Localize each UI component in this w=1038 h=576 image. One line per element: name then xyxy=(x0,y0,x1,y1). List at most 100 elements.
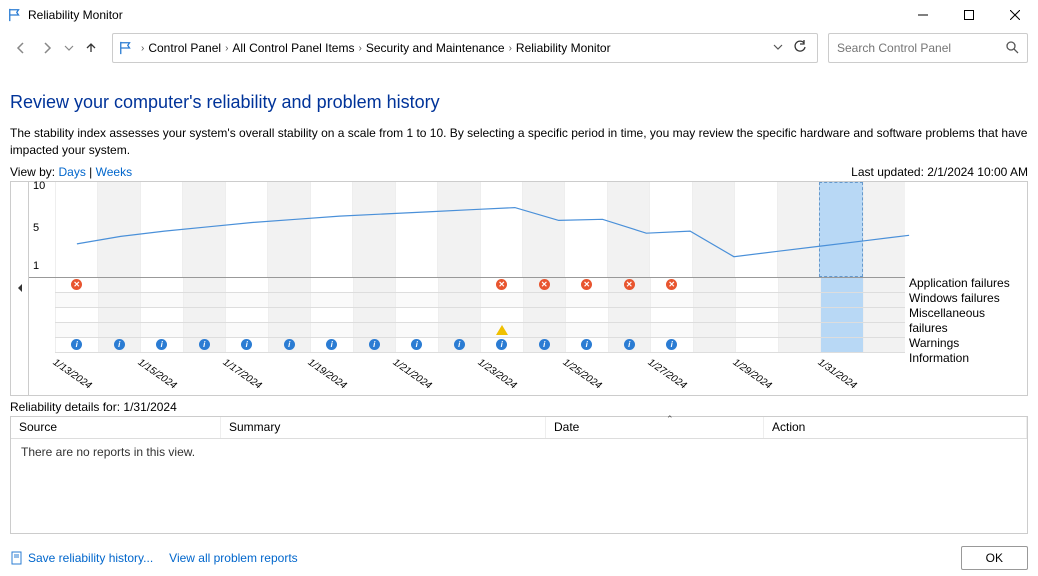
recent-dropdown[interactable] xyxy=(62,37,76,59)
event-cell[interactable] xyxy=(395,323,438,337)
chart-column[interactable] xyxy=(437,182,479,277)
event-cell[interactable] xyxy=(438,293,481,307)
column-action[interactable]: Action xyxy=(764,417,1027,438)
event-cell[interactable] xyxy=(183,323,226,337)
close-button[interactable] xyxy=(992,0,1038,30)
event-cell[interactable] xyxy=(523,293,566,307)
event-cell[interactable] xyxy=(98,293,141,307)
event-cell[interactable] xyxy=(140,323,183,337)
event-cell[interactable]: i xyxy=(55,338,98,352)
event-cell[interactable] xyxy=(310,323,353,337)
minimize-button[interactable] xyxy=(900,0,946,30)
event-cell[interactable] xyxy=(735,293,778,307)
viewby-weeks-link[interactable]: Weeks xyxy=(96,165,132,179)
event-cell[interactable] xyxy=(310,308,353,322)
event-cell[interactable] xyxy=(820,308,863,322)
event-cell[interactable] xyxy=(225,308,268,322)
event-cell[interactable] xyxy=(268,323,311,337)
event-cell[interactable] xyxy=(98,308,141,322)
chart-column[interactable] xyxy=(819,182,862,277)
event-cell[interactable] xyxy=(565,293,608,307)
breadcrumb-item[interactable]: Reliability Monitor xyxy=(516,41,611,55)
event-cell[interactable] xyxy=(438,308,481,322)
column-date[interactable]: Date xyxy=(546,417,764,438)
event-cell[interactable] xyxy=(395,278,438,292)
event-cell[interactable]: i xyxy=(140,338,183,352)
event-cell[interactable]: i xyxy=(438,338,481,352)
event-cell[interactable] xyxy=(480,293,523,307)
save-history-link[interactable]: Save reliability history... xyxy=(10,551,153,565)
event-cell[interactable] xyxy=(693,278,736,292)
event-cell[interactable]: i xyxy=(650,338,693,352)
event-cell[interactable] xyxy=(480,308,523,322)
event-cell[interactable] xyxy=(693,293,736,307)
event-cell[interactable] xyxy=(183,278,226,292)
chart-column[interactable] xyxy=(267,182,309,277)
chart-column[interactable] xyxy=(97,182,139,277)
column-summary[interactable]: Summary xyxy=(221,417,546,438)
event-cell[interactable] xyxy=(778,278,821,292)
event-cell[interactable] xyxy=(693,338,736,352)
ok-button[interactable]: OK xyxy=(961,546,1028,570)
event-cell[interactable] xyxy=(225,278,268,292)
event-cell[interactable] xyxy=(353,323,396,337)
event-cell[interactable] xyxy=(650,293,693,307)
chart-column[interactable] xyxy=(734,182,776,277)
chart-column[interactable] xyxy=(395,182,437,277)
event-cell[interactable] xyxy=(863,338,906,352)
event-cell[interactable] xyxy=(183,293,226,307)
search-box[interactable] xyxy=(828,33,1028,63)
event-cell[interactable] xyxy=(735,338,778,352)
chart-column[interactable] xyxy=(480,182,522,277)
refresh-button[interactable] xyxy=(789,40,811,57)
event-cell[interactable]: ✕ xyxy=(565,278,608,292)
event-cell[interactable] xyxy=(863,293,906,307)
event-cell[interactable] xyxy=(820,278,863,292)
event-cell[interactable] xyxy=(225,293,268,307)
event-cell[interactable] xyxy=(735,308,778,322)
event-cell[interactable] xyxy=(140,278,183,292)
event-cell[interactable] xyxy=(608,308,651,322)
event-cell[interactable] xyxy=(395,308,438,322)
event-cell[interactable]: i xyxy=(183,338,226,352)
event-cell[interactable] xyxy=(225,323,268,337)
event-cell[interactable]: i xyxy=(480,338,523,352)
chevron-down-icon[interactable] xyxy=(767,41,789,55)
event-cell[interactable] xyxy=(310,293,353,307)
event-cell[interactable] xyxy=(693,323,736,337)
column-source[interactable]: Source xyxy=(11,417,221,438)
event-cell[interactable]: i xyxy=(565,338,608,352)
chart-scroll-left[interactable] xyxy=(11,182,29,395)
event-cell[interactable] xyxy=(438,323,481,337)
breadcrumb-item[interactable]: Control Panel xyxy=(148,41,221,55)
event-cell[interactable] xyxy=(778,323,821,337)
event-cell[interactable]: ✕ xyxy=(650,278,693,292)
chart-column[interactable] xyxy=(607,182,649,277)
event-cell[interactable] xyxy=(395,293,438,307)
event-cell[interactable] xyxy=(268,308,311,322)
chart-columns[interactable] xyxy=(55,182,905,277)
event-cell[interactable] xyxy=(778,338,821,352)
event-cell[interactable] xyxy=(310,278,353,292)
event-cell[interactable] xyxy=(820,293,863,307)
event-cell[interactable]: i xyxy=(353,338,396,352)
forward-button[interactable] xyxy=(36,37,58,59)
event-cell[interactable] xyxy=(650,323,693,337)
chart-column[interactable] xyxy=(225,182,267,277)
event-cell[interactable] xyxy=(820,338,863,352)
view-all-reports-link[interactable]: View all problem reports xyxy=(169,551,298,565)
chart-column[interactable] xyxy=(55,182,97,277)
chart-column[interactable] xyxy=(310,182,352,277)
chart-column[interactable] xyxy=(777,182,819,277)
event-cell[interactable] xyxy=(693,308,736,322)
event-cell[interactable]: ✕ xyxy=(480,278,523,292)
maximize-button[interactable] xyxy=(946,0,992,30)
event-cell[interactable]: ✕ xyxy=(523,278,566,292)
event-cell[interactable] xyxy=(565,308,608,322)
chart-column[interactable] xyxy=(182,182,224,277)
event-cell[interactable] xyxy=(863,323,906,337)
event-cell[interactable] xyxy=(523,308,566,322)
event-cell[interactable] xyxy=(608,293,651,307)
event-cell[interactable] xyxy=(820,323,863,337)
event-cell[interactable] xyxy=(778,308,821,322)
